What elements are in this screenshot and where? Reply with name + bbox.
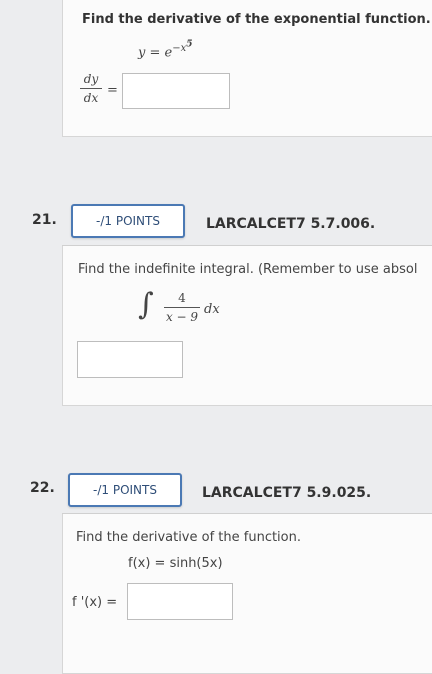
q21-number: 21. (32, 212, 57, 228)
q21-integral-sign: ∫ (138, 287, 154, 322)
q20-equation-base: y = e (138, 45, 173, 61)
q21-fraction-bar (164, 307, 200, 308)
q21-answer-input[interactable] (77, 341, 183, 378)
q20-prompt: Find the derivative of the exponential f… (82, 12, 431, 27)
q22-answer-input[interactable] (127, 583, 233, 620)
q20-equals-sign: = (107, 83, 118, 98)
q20-derivative-fraction: dy dx (80, 72, 102, 105)
q20-equation: y = e−x5 (138, 40, 193, 61)
q22-answer-label: f '(x) = (72, 595, 118, 610)
q21-reference: LARCALCET7 5.7.006. (206, 216, 376, 232)
q22-function: f(x) = sinh(5x) (128, 556, 223, 571)
q22-prompt: Find the derivative of the function. (76, 530, 301, 545)
q21-integrand-numerator: 4 (178, 291, 186, 305)
q22-header-divider (62, 513, 432, 514)
q20-equation-power: 5 (186, 40, 193, 50)
q21-prompt: Find the indefinite integral. (Remember … (78, 262, 418, 277)
q22-number: 22. (30, 480, 55, 496)
q21-points-button[interactable]: -/1 POINTS (71, 204, 185, 238)
q20-derivative-numerator: dy (83, 72, 99, 86)
q22-reference: LARCALCET7 5.9.025. (202, 485, 372, 501)
q20-derivative-denominator: dx (83, 91, 99, 105)
q21-integrand-fraction: 4 x − 9 (164, 291, 200, 324)
q20-equation-exponent: −x (172, 43, 187, 55)
q21-integrand-denominator: x − 9 (165, 310, 199, 324)
q20-answer-input[interactable] (122, 73, 230, 109)
q22-points-button[interactable]: -/1 POINTS (68, 473, 182, 507)
q21-dx: dx (204, 302, 220, 317)
q20-fraction-bar (80, 88, 102, 89)
q21-header-divider (62, 245, 432, 246)
